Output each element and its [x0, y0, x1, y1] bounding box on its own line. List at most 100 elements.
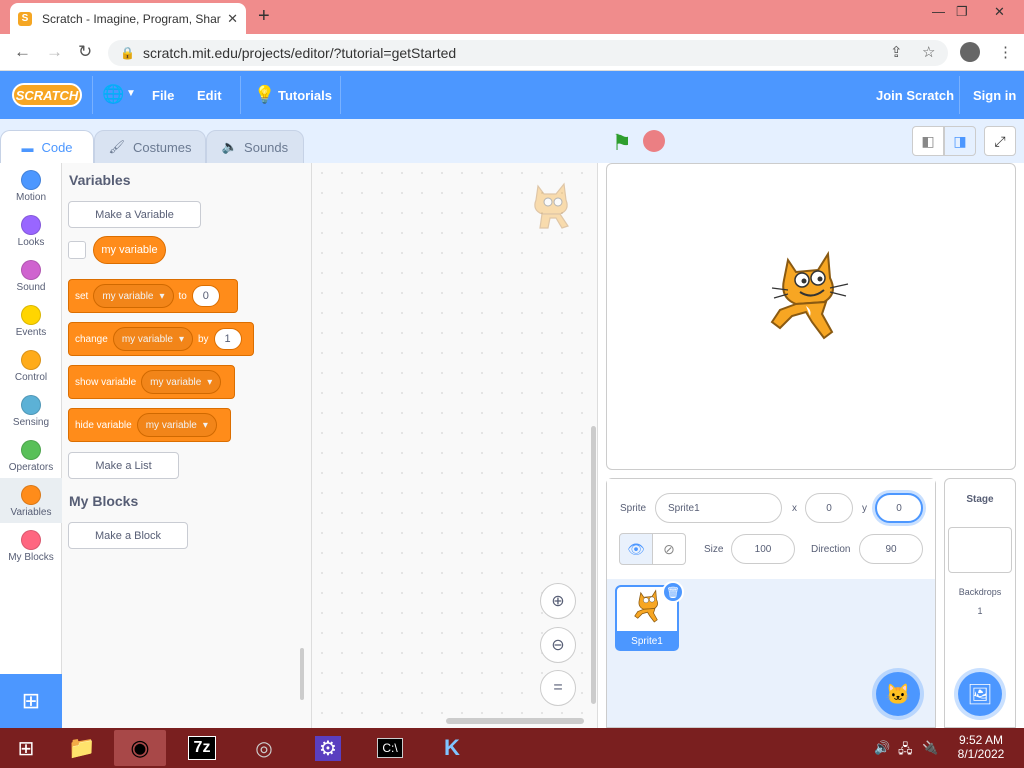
variable-dropdown[interactable]: my variable ▾	[93, 284, 174, 308]
audio-app-icon[interactable]: ◎	[238, 730, 290, 766]
browser-menu-icon[interactable]: ⋮	[998, 43, 1013, 61]
hide-variable-block[interactable]: hide variable my variable ▾	[68, 408, 231, 442]
menu-divider	[92, 76, 93, 114]
file-explorer-icon[interactable]: 📁	[56, 730, 108, 766]
k-app-icon[interactable]: K	[426, 730, 478, 766]
minimize-icon[interactable]: —	[932, 4, 945, 19]
y-position-input[interactable]: 0	[875, 493, 923, 523]
x-position-input[interactable]: 0	[805, 493, 853, 523]
size-input[interactable]: 100	[731, 534, 795, 564]
zoom-out-button[interactable]: ⊖	[540, 627, 576, 663]
choose-sprite-button[interactable]: 🐱	[876, 672, 920, 716]
category-sensing[interactable]: Sensing	[0, 388, 62, 433]
close-tab-icon[interactable]: ✕	[227, 11, 238, 27]
volume-icon[interactable]: 🔊	[874, 740, 890, 756]
workspace-horizontal-scrollbar[interactable]	[446, 718, 584, 724]
zoom-in-button[interactable]: ⊕	[540, 583, 576, 619]
variable-dropdown[interactable]: my variable ▾	[112, 327, 193, 351]
lightbulb-icon[interactable]: 💡	[254, 85, 275, 105]
window-close-icon[interactable]: ✕	[994, 4, 1005, 20]
settings-gear-icon[interactable]: ⚙	[302, 730, 354, 766]
direction-input[interactable]: 90	[859, 534, 923, 564]
cat-sprite[interactable]	[766, 250, 856, 342]
stage-thumbnail[interactable]	[948, 527, 1012, 573]
change-variable-block[interactable]: change my variable ▾ by 1	[68, 322, 254, 356]
variable-dropdown[interactable]: my variable ▾	[141, 370, 222, 394]
choose-backdrop-button[interactable]: 🖼	[958, 672, 1002, 716]
globe-icon[interactable]: 🌐	[102, 84, 124, 105]
windows-start-icon[interactable]: ⊞	[0, 730, 52, 766]
tutorials-button[interactable]: Tutorials	[278, 88, 332, 103]
add-extension-button[interactable]: ⊞	[0, 674, 62, 728]
edit-menu[interactable]: Edit	[197, 88, 222, 103]
7zip-icon[interactable]: 7z	[176, 730, 228, 766]
clock-date: 8/1/2022	[957, 747, 1005, 761]
category-variables[interactable]: Variables	[0, 478, 62, 523]
set-variable-block[interactable]: set my variable ▾ to 0	[68, 279, 238, 313]
chevron-down-icon[interactable]: ▼	[126, 88, 136, 99]
taskbar-clock[interactable]: 9:52 AM 8/1/2022	[950, 733, 1012, 761]
restore-icon[interactable]: ❐	[956, 4, 968, 20]
zoom-reset-button[interactable]: =	[540, 670, 576, 706]
hide-sprite-button[interactable]: ⊘	[652, 533, 686, 565]
back-arrow-icon[interactable]: ←	[14, 42, 31, 62]
small-stage-icon: ◧	[921, 132, 935, 149]
new-tab-icon[interactable]: +	[258, 5, 270, 28]
bookmark-star-icon[interactable]: ☆	[922, 43, 935, 61]
make-variable-button[interactable]: Make a Variable	[68, 201, 201, 228]
category-motion[interactable]: Motion	[0, 163, 62, 208]
scratch-logo[interactable]: SCRATCH	[12, 83, 82, 107]
terminal-icon[interactable]: C:\	[364, 730, 416, 766]
green-flag-icon[interactable]: ⚑	[612, 130, 632, 156]
category-operators[interactable]: Operators	[0, 433, 62, 478]
lock-icon: 🔒	[120, 46, 135, 60]
variable-dropdown[interactable]: my variable ▾	[136, 413, 217, 437]
forward-arrow-icon[interactable]: →	[46, 42, 63, 62]
join-scratch-link[interactable]: Join Scratch	[876, 88, 954, 103]
workspace-vertical-scrollbar[interactable]	[591, 426, 596, 704]
sign-in-link[interactable]: Sign in	[973, 88, 1016, 103]
trash-icon: 🗑	[666, 586, 680, 599]
sprite-name-input[interactable]: Sprite1	[655, 493, 782, 523]
chrome-icon[interactable]: ◉	[114, 730, 166, 766]
fullscreen-button[interactable]: ⤢	[984, 126, 1016, 156]
network-icon[interactable]: 🖧	[898, 740, 913, 762]
large-stage-button[interactable]: ◨	[944, 126, 976, 156]
zoom-in-icon: ⊕	[551, 593, 565, 610]
image-add-icon: 🖼	[967, 683, 993, 706]
category-control[interactable]: Control	[0, 343, 62, 388]
value-input[interactable]: 1	[213, 328, 242, 350]
tab-sounds[interactable]: 🔈 Sounds	[206, 130, 304, 164]
share-icon[interactable]: ⇪	[890, 43, 903, 61]
category-events[interactable]: Events	[0, 298, 62, 343]
category-dot	[21, 485, 41, 505]
reload-icon[interactable]: ↻	[78, 42, 92, 62]
make-list-button[interactable]: Make a List	[68, 452, 179, 479]
category-sound[interactable]: Sound	[0, 253, 62, 298]
dropdown-arrow-icon: ▾	[178, 333, 184, 345]
small-stage-button[interactable]: ◧	[912, 126, 944, 156]
show-sprite-button[interactable]: 👁	[619, 533, 653, 565]
speaker-icon: 🔈	[221, 139, 239, 154]
variable-checkbox[interactable]	[68, 241, 86, 259]
value-input[interactable]: 0	[191, 285, 220, 307]
profile-avatar[interactable]	[960, 42, 980, 62]
palette-scrollbar[interactable]	[300, 648, 304, 700]
tab-code[interactable]: ▬ Code	[0, 130, 94, 164]
file-menu[interactable]: File	[152, 88, 174, 103]
menu-divider	[340, 76, 341, 114]
make-block-button[interactable]: Make a Block	[68, 522, 188, 549]
show-variable-block[interactable]: show variable my variable ▾	[68, 365, 235, 399]
tab-costumes[interactable]: 🖌 Costumes	[94, 130, 206, 164]
stop-icon[interactable]	[643, 130, 665, 152]
dropdown-arrow-icon: ▾	[159, 290, 165, 302]
backdrops-label: Backdrops	[958, 587, 1002, 597]
variable-reporter-block[interactable]: my variable	[93, 236, 166, 264]
category-my-blocks[interactable]: My Blocks	[0, 523, 62, 568]
delete-sprite-button[interactable]: 🗑	[662, 581, 684, 603]
address-bar[interactable]: 🔒 scratch.mit.edu/projects/editor/?tutor…	[108, 40, 948, 66]
sprite-thumbnail-label: Sprite1	[615, 631, 679, 651]
power-icon[interactable]: 🔌	[922, 740, 938, 756]
category-looks[interactable]: Looks	[0, 208, 62, 253]
browser-tab[interactable]: S Scratch - Imagine, Program, Share ✕	[10, 3, 246, 34]
